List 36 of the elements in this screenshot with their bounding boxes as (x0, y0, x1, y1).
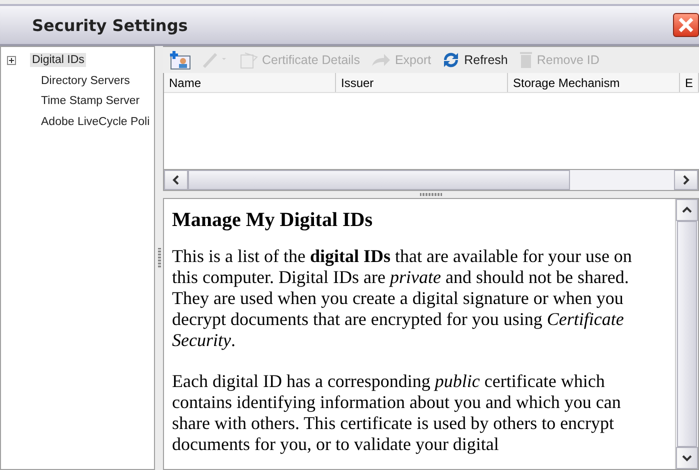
paragraph: Each digital ID has a corresponding public certificate which contains identifying information about you and which you can share with others. This certificate is used by others to encrypt documents for you, or to validate your digital (172, 371, 622, 455)
horizontal-scrollbar[interactable] (163, 169, 699, 191)
sidebar-item[interactable]: Directory Servers (39, 74, 132, 88)
chevron-up-icon (682, 206, 692, 214)
splitter-grip[interactable] (158, 248, 160, 268)
column-header[interactable]: Storage Mechanism (508, 73, 680, 92)
scroll-thumb[interactable] (188, 170, 570, 190)
trash-icon (518, 51, 534, 69)
paragraph: This is a list of the digital IDs that are available for your use on this computer. Digital IDs are private and should not be shared. They are used when you create a digital signature or when you decrypt documents that are encrypted for you using Certificate Security. (172, 246, 633, 351)
splitter-grip[interactable] (420, 193, 442, 196)
arrow-icon (370, 52, 392, 68)
refresh-button[interactable]: Refresh (441, 51, 508, 69)
chevron-left-icon (172, 175, 180, 185)
add-button[interactable] (169, 50, 191, 70)
chevron-down-icon (682, 454, 692, 462)
close-icon (678, 17, 694, 33)
scroll-up-button[interactable] (676, 199, 698, 221)
sidebar-item[interactable]: Digital IDs (30, 53, 86, 68)
add-id-card-icon (169, 50, 191, 70)
column-header[interactable]: Issuer (336, 73, 508, 92)
vertical-scrollbar[interactable] (675, 199, 698, 469)
document-heading: Manage My Digital IDs (172, 209, 374, 232)
column-header[interactable]: E (680, 73, 699, 92)
scroll-down-button[interactable] (676, 447, 698, 469)
expand-icon[interactable] (7, 56, 16, 65)
scroll-left-button[interactable] (164, 170, 188, 190)
chevron-right-icon (682, 175, 690, 185)
scroll-thumb[interactable] (677, 221, 697, 447)
pen-icon (201, 51, 229, 69)
sidebar-item[interactable]: Time Stamp Server (39, 94, 142, 108)
column-header[interactable]: Name (164, 73, 336, 92)
window-title: Security Settings (32, 16, 188, 34)
certificate-icon (239, 51, 259, 69)
sidebar-item[interactable]: Adobe LiveCycle Poli (39, 114, 152, 129)
scroll-right-button[interactable] (674, 170, 698, 190)
close-button[interactable] (673, 13, 699, 37)
